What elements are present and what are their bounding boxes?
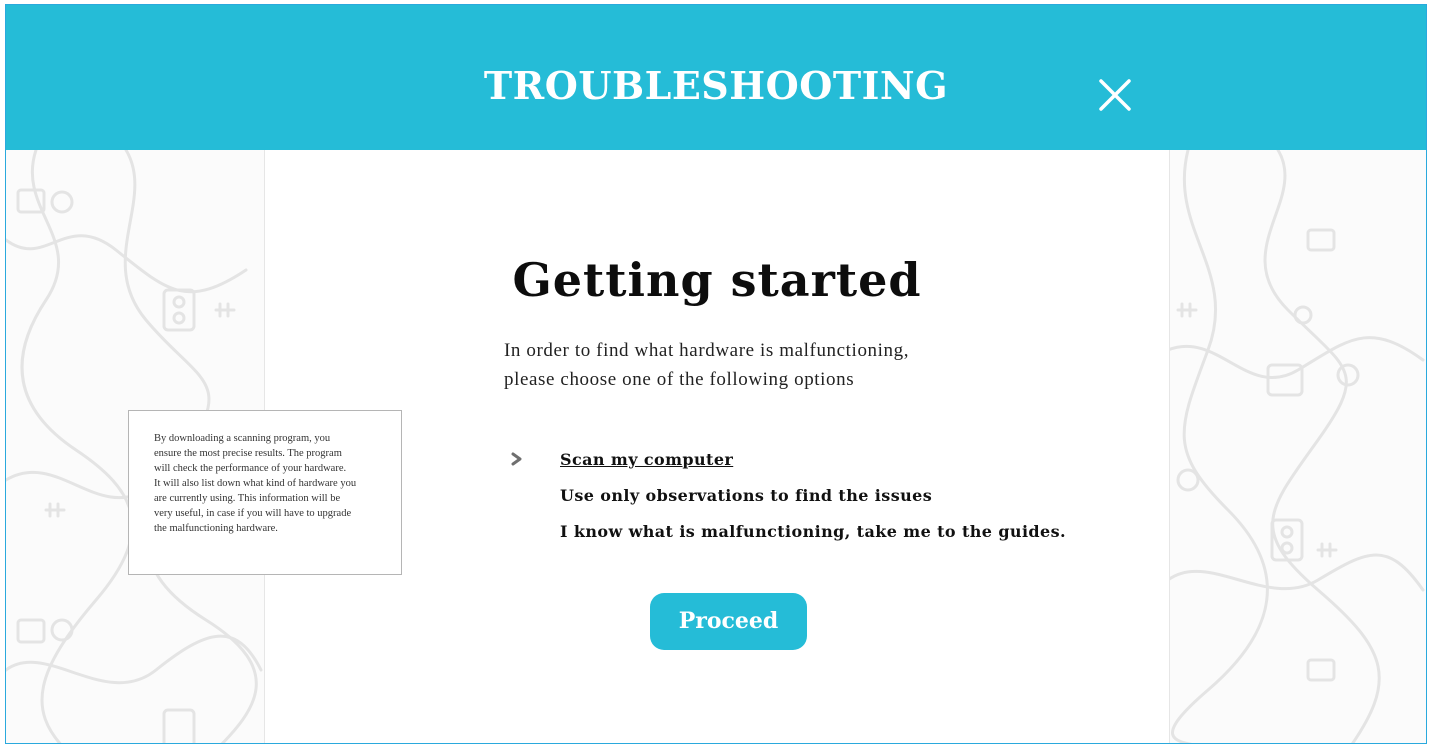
page-title: TROUBLESHOOTING [483,63,949,108]
option-go-to-guides[interactable]: I know what is malfunctioning, take me t… [560,521,1066,543]
intro-line-2: please choose one of the following optio… [504,369,855,390]
intro-text: In order to find what hardware is malfun… [504,336,1024,394]
header-bar: TROUBLESHOOTING [6,5,1426,150]
intro-line-1: In order to find what hardware is malfun… [504,340,910,361]
scan-info-tooltip: By downloading a scanning program, you e… [128,410,402,575]
option-scan-my-computer[interactable]: Scan my computer [560,449,733,471]
main-title: Getting started [512,253,922,307]
close-icon[interactable] [1095,75,1135,115]
proceed-button[interactable]: Proceed [650,593,807,650]
chevron-right-icon [511,452,522,466]
cable-doodle-pattern-right [1168,150,1425,743]
troubleshooting-window: TROUBLESHOOTING Getting started In order… [5,4,1427,744]
tooltip-text: By downloading a scanning program, you e… [154,433,357,534]
option-use-observations[interactable]: Use only observations to find the issues [560,485,932,507]
